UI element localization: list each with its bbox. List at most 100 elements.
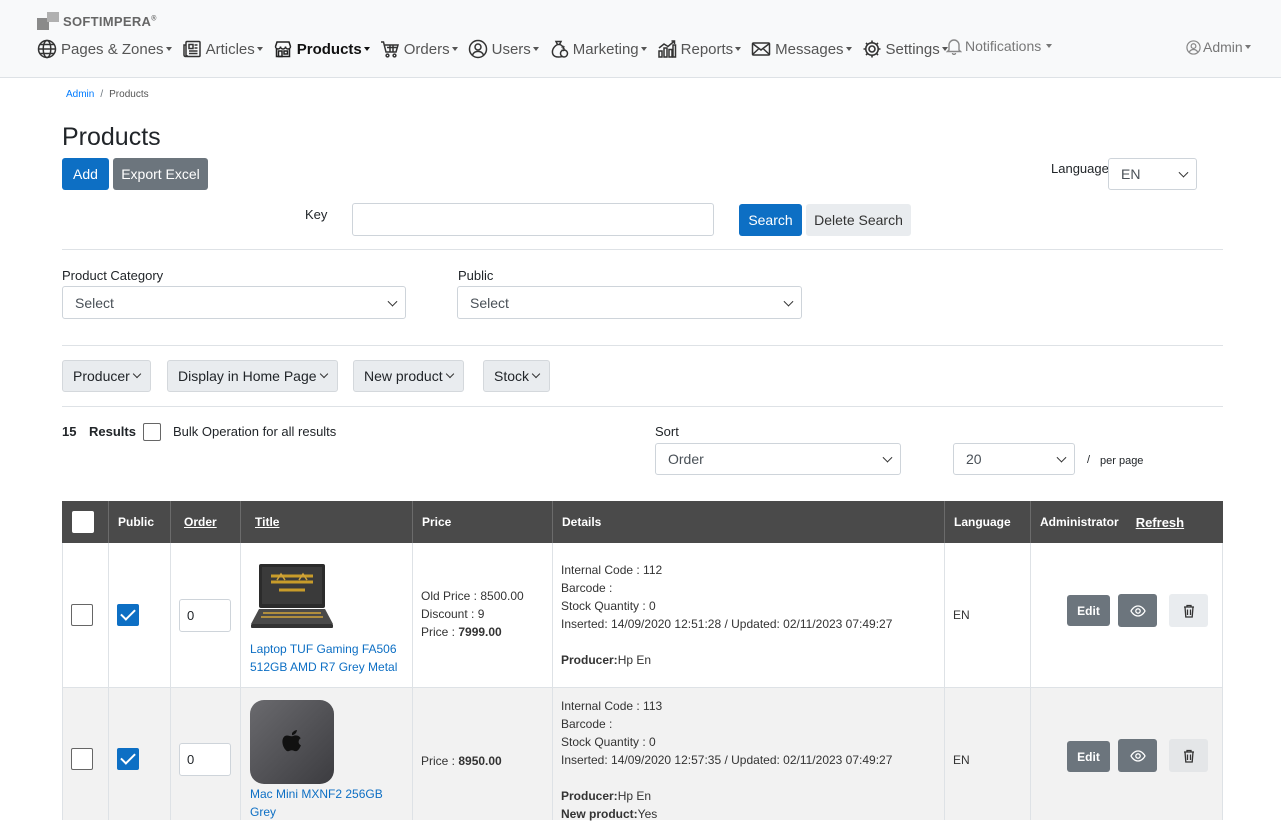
chevron-down-icon <box>319 369 328 379</box>
product-title-line: 512GB AMD R7 Grey Metal <box>250 660 398 674</box>
internal-code: Internal Code : 112 <box>561 563 663 577</box>
bulk-operation-label: Bulk Operation for all results <box>173 424 337 439</box>
public-select[interactable]: Select <box>457 286 802 319</box>
bulk-operation-checkbox[interactable] <box>143 423 161 441</box>
inserted-updated: Inserted: 14/09/2020 12:51:28 / Updated:… <box>561 617 893 631</box>
nav-label: Messages <box>775 40 844 58</box>
header-details: Details <box>552 501 944 543</box>
bell-icon <box>946 39 962 55</box>
row-public-checkbox[interactable] <box>117 604 139 626</box>
chevron-down-icon <box>1056 452 1067 463</box>
admin-label: Admin <box>1203 39 1243 55</box>
caret-down-icon <box>363 47 370 51</box>
nav-label: Marketing <box>572 40 639 58</box>
envelope-icon <box>751 42 771 56</box>
language-select[interactable]: EN <box>1108 158 1197 190</box>
filter-label: Stock <box>494 368 530 384</box>
per-page-select[interactable]: 20 <box>953 443 1075 475</box>
header-order-label: Order <box>184 515 217 529</box>
delete-button[interactable] <box>1169 594 1208 627</box>
product-title-link[interactable]: Laptop TUF Gaming FA506 512GB AMD R7 Gre… <box>250 640 397 676</box>
eye-icon <box>1129 604 1146 617</box>
refresh-link[interactable]: Refresh <box>1136 515 1184 530</box>
row-select-checkbox[interactable] <box>71 604 93 626</box>
view-button[interactable] <box>1118 594 1157 627</box>
user-circle-icon <box>468 39 487 59</box>
nav-articles[interactable]: Articles <box>182 39 263 59</box>
nav-pages-zones[interactable]: Pages & Zones <box>37 39 172 59</box>
view-button[interactable] <box>1118 739 1157 772</box>
delete-button[interactable] <box>1169 739 1208 772</box>
nav-users[interactable]: Users <box>468 39 539 59</box>
notifications-menu[interactable]: Notifications <box>946 37 1053 55</box>
header-price: Price <box>412 501 552 543</box>
producer: Producer:Hp En <box>561 653 652 667</box>
row-order-input[interactable]: 0 <box>179 599 231 632</box>
breadcrumb: Admin / Products <box>66 89 149 100</box>
producer-filter-button[interactable]: Producer <box>62 360 151 392</box>
delete-search-button[interactable]: Delete Search <box>806 204 911 236</box>
breadcrumb-admin[interactable]: Admin <box>66 89 94 100</box>
export-excel-button[interactable]: Export Excel <box>113 158 208 190</box>
row-public-checkbox[interactable] <box>117 748 139 770</box>
divider <box>62 345 1223 346</box>
stock-quantity: Stock Quantity : 0 <box>561 735 656 749</box>
divider <box>62 406 1223 407</box>
language-value: EN <box>1121 166 1141 182</box>
divider <box>62 249 1223 250</box>
user-circle-icon <box>1186 39 1201 55</box>
select-value: Select <box>470 294 509 311</box>
home-page-filter-button[interactable]: Display in Home Page <box>167 360 338 392</box>
row-order-input[interactable]: 0 <box>179 743 231 776</box>
new-product-filter-button[interactable]: New product <box>353 360 464 392</box>
brand-name: SOFTIMPERA® <box>63 13 157 29</box>
edit-button[interactable]: Edit <box>1067 741 1110 772</box>
nav-products[interactable]: Products <box>273 39 370 59</box>
caret-down-icon <box>451 47 458 51</box>
brand-logo[interactable]: SOFTIMPERA® <box>37 12 157 30</box>
caret-down-icon <box>256 47 263 51</box>
table-row: 0 Laptop TUF Gaming FA506 512GB AMD R7 G… <box>62 543 1223 687</box>
nav-settings[interactable]: Settings <box>862 39 948 59</box>
product-title-line: Laptop TUF Gaming FA506 <box>250 642 397 656</box>
nav-marketing[interactable]: $ Marketing <box>549 39 647 59</box>
nav-label: Pages & Zones <box>61 40 164 58</box>
header-language: Language <box>944 501 1030 543</box>
price-cell: Price : 8950.00 <box>421 752 502 770</box>
row-select-checkbox[interactable] <box>71 748 93 770</box>
barcode: Barcode : <box>561 581 613 595</box>
caret-down-icon <box>1244 45 1251 49</box>
nav-orders[interactable]: Orders <box>380 39 458 59</box>
nav-reports[interactable]: Reports <box>657 39 742 59</box>
sort-select[interactable]: Order <box>655 443 901 475</box>
svg-text:$: $ <box>561 46 565 53</box>
edit-button[interactable]: Edit <box>1067 595 1110 626</box>
add-button[interactable]: Add <box>62 158 109 190</box>
nav-messages[interactable]: Messages <box>751 39 852 59</box>
key-search-input[interactable] <box>352 203 714 236</box>
chevron-down-icon <box>1178 167 1189 178</box>
trash-icon <box>1183 604 1194 618</box>
select-all-checkbox[interactable] <box>72 511 94 533</box>
header-title[interactable]: Title <box>240 501 412 543</box>
admin-menu[interactable]: Admin <box>1186 39 1251 55</box>
trash-icon <box>1183 749 1194 763</box>
mac-mini-product-image[interactable] <box>249 699 335 785</box>
header-public: Public <box>108 501 170 543</box>
nav-label: Orders <box>403 40 450 58</box>
breadcrumb-current: Products <box>109 89 149 100</box>
laptop-product-image[interactable] <box>249 562 335 630</box>
stock-filter-button[interactable]: Stock <box>483 360 551 392</box>
select-value: Select <box>75 294 114 311</box>
old-price: Old Price : 8500.00 <box>421 589 524 603</box>
new-product: New product:Yes <box>561 807 658 821</box>
header-administrator: Administrator Refresh <box>1030 501 1223 543</box>
header-order[interactable]: Order <box>170 501 240 543</box>
table-row: 0 Mac Mini MXNF2 256GB Grey Price : 8950… <box>62 687 1223 823</box>
product-title-link[interactable]: Mac Mini MXNF2 256GB Grey <box>250 785 383 821</box>
search-button[interactable]: Search <box>739 204 802 236</box>
chevron-down-icon <box>445 369 454 379</box>
filter-label: Display in Home Page <box>178 368 317 384</box>
details-cell: Internal Code : 113 Barcode : Stock Quan… <box>561 697 892 823</box>
product-category-select[interactable]: Select <box>62 286 406 319</box>
